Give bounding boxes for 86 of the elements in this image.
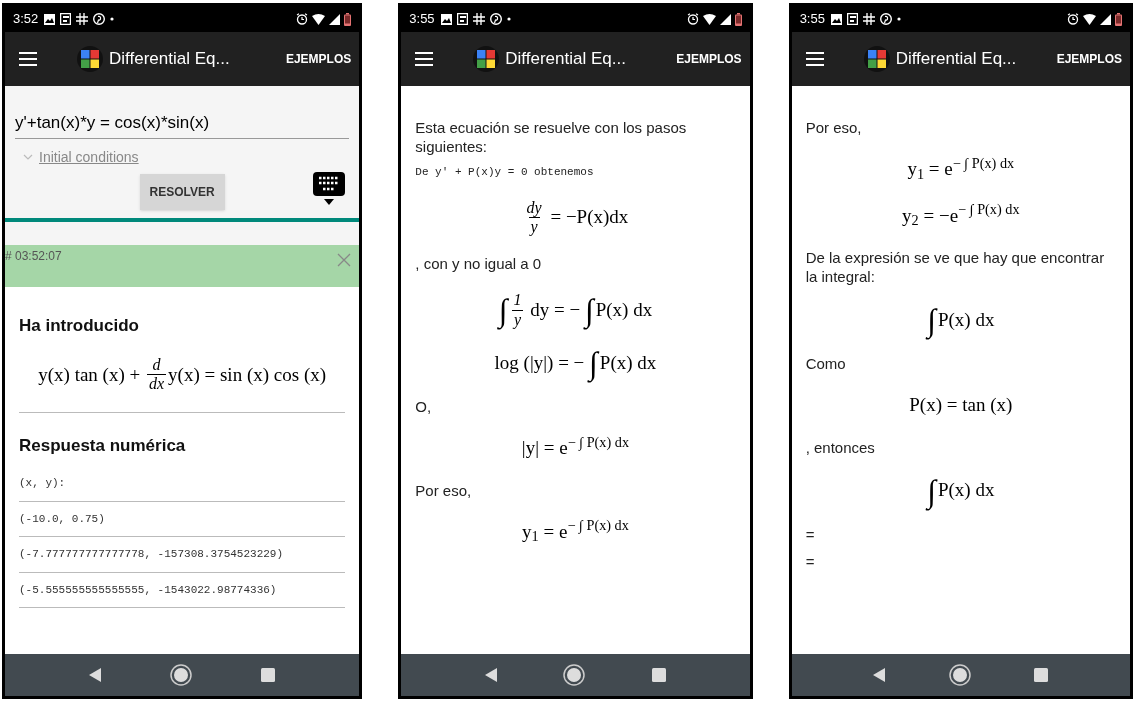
recents-icon[interactable]: [260, 668, 275, 682]
grid-icon: [862, 13, 875, 25]
signal-icon: [1100, 13, 1111, 25]
wifi-icon: [1083, 13, 1096, 25]
menu-icon[interactable]: [805, 52, 824, 66]
result-row: (-5.555555555555555, -1543022.98774336): [19, 572, 346, 609]
formula-text: y$_{2}$ = −e$^{− ∫ P(x) dx}$: [902, 201, 1020, 230]
wifi-icon: [312, 13, 326, 25]
result-row: (-7.777777777777778, -157308.3754523229): [19, 537, 346, 573]
body-text: , entonces: [805, 437, 876, 457]
body-text: Por eso,: [415, 480, 473, 500]
app-title: Differential Eq...: [109, 48, 230, 71]
battery-icon: [344, 12, 352, 26]
formula-text: P(x) = tan (x): [909, 393, 1013, 417]
equation-input[interactable]: y'+tan(x)*y = cos(x)*sin(x): [15, 110, 350, 139]
image-icon: [440, 13, 452, 25]
back-icon[interactable]: [484, 668, 497, 682]
menu-icon[interactable]: [415, 52, 434, 66]
section-heading: Respuesta numérica: [19, 434, 187, 457]
image-icon: [44, 13, 56, 25]
status-time: 3:55: [799, 10, 825, 29]
body-text: =: [805, 524, 816, 544]
solve-button[interactable]: RESOLVER: [139, 173, 225, 210]
formula-text: P(x) dx: [599, 350, 657, 373]
formula-text: P(x) dx: [595, 297, 653, 320]
status-time: 3:52: [13, 10, 39, 29]
dot-icon: [110, 17, 115, 21]
formula-text: y(x) = sin (x) cos (x): [168, 362, 327, 387]
dot-icon: [506, 17, 511, 21]
body-text: Por eso,: [805, 118, 863, 137]
examples-button[interactable]: EJEMPLOS: [1056, 50, 1122, 68]
wifi-icon: [702, 13, 716, 25]
app-title: Differential Eq...: [505, 48, 626, 71]
timestamp: # 03:52:07: [5, 247, 62, 265]
formula-text: = −P(x)dx: [549, 205, 629, 230]
signal-icon: [719, 13, 731, 25]
body-text: =: [805, 551, 816, 571]
back-icon[interactable]: [89, 668, 102, 682]
examples-button[interactable]: EJEMPLOS: [285, 50, 352, 68]
document-icon: [60, 13, 72, 25]
result-row: (x, y):: [19, 466, 346, 502]
home-icon[interactable]: [170, 664, 193, 686]
fraction: dy y: [525, 198, 543, 237]
recents-icon[interactable]: [652, 668, 667, 682]
formula-text: y$_{1}$ = e$^{− ∫ P(x) dx}$: [907, 155, 1015, 184]
home-icon[interactable]: [948, 664, 971, 686]
formula-text: dy = −: [529, 297, 582, 322]
fraction: d dx: [147, 356, 167, 394]
body-text: O,: [415, 397, 433, 417]
fraction: 1 y: [511, 291, 524, 330]
body-text: , con y no igual a 0: [415, 254, 543, 274]
result-row: (-10.0, 0.75): [19, 501, 346, 538]
body-text: Como: [805, 354, 847, 373]
formula-text: log (|y|) = −: [494, 350, 586, 375]
home-icon[interactable]: [563, 664, 586, 686]
app-logo-icon: [77, 46, 103, 72]
body-text: Esta ecuación se resuelve con los pasos siguientes:: [415, 118, 688, 156]
recents-icon[interactable]: [1034, 668, 1049, 682]
formula-text: P(x) dx: [937, 307, 995, 330]
app-logo-icon: [863, 46, 890, 72]
app-logo-icon: [473, 46, 500, 72]
status-time: 3:55: [409, 10, 435, 29]
grid-icon: [472, 13, 485, 25]
document-icon: [846, 13, 858, 25]
code-text: De y' + P(x)y = 0 obtenemos: [415, 165, 595, 180]
app-title: Differential Eq...: [895, 48, 1017, 71]
alarm-icon: [296, 13, 309, 25]
formula-text: P(x) dx: [937, 478, 995, 501]
battery-icon: [734, 12, 742, 26]
alarm-icon: [1067, 13, 1079, 25]
alarm-icon: [686, 13, 699, 25]
examples-button[interactable]: EJEMPLOS: [676, 50, 742, 68]
dot-icon: [896, 17, 901, 21]
back-icon[interactable]: [873, 668, 886, 682]
signal-icon: [329, 13, 341, 25]
section-heading: Ha introducido: [19, 314, 140, 337]
menu-icon[interactable]: [19, 52, 37, 66]
keyboard-icon[interactable]: [311, 171, 348, 206]
formula-text: y$_{1}$ = e$^{− ∫ P(x) dx}$: [522, 517, 629, 547]
document-icon: [456, 13, 468, 25]
formula-text: y(x) tan (x) +: [38, 362, 142, 387]
formula-text: |y| = e$^{− ∫ P(x) dx}$: [521, 434, 630, 461]
image-icon: [830, 13, 842, 25]
body-text: De la expresión se ve que hay que encontrar la integral:: [805, 248, 1106, 286]
grid-icon: [76, 13, 89, 25]
battery-icon: [1115, 12, 1122, 26]
